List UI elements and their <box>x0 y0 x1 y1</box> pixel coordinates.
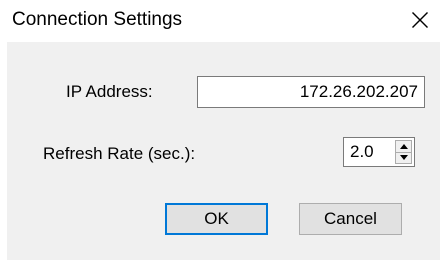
dialog-body: IP Address: Refresh Rate (sec.): 2.0 OK … <box>7 42 440 260</box>
refresh-rate-spinner[interactable]: 2.0 <box>343 137 415 167</box>
refresh-rate-value[interactable]: 2.0 <box>350 142 374 162</box>
chevron-down-icon <box>399 155 408 161</box>
ok-button[interactable]: OK <box>165 203 268 235</box>
spinner-up-button[interactable] <box>395 140 412 153</box>
cancel-button[interactable]: Cancel <box>299 203 402 235</box>
title-bar[interactable]: Connection Settings <box>0 0 443 40</box>
ip-address-input[interactable] <box>197 76 425 108</box>
window-title: Connection Settings <box>12 9 183 30</box>
ip-address-label: IP Address: <box>66 82 153 101</box>
refresh-rate-label: Refresh Rate (sec.): <box>43 144 196 163</box>
chevron-up-icon <box>399 143 408 149</box>
connection-settings-dialog: Connection Settings IP Address: Refresh … <box>0 0 443 266</box>
close-button[interactable] <box>403 4 437 36</box>
close-icon <box>412 12 428 28</box>
spinner-buttons <box>395 140 412 164</box>
spinner-down-button[interactable] <box>395 152 412 164</box>
